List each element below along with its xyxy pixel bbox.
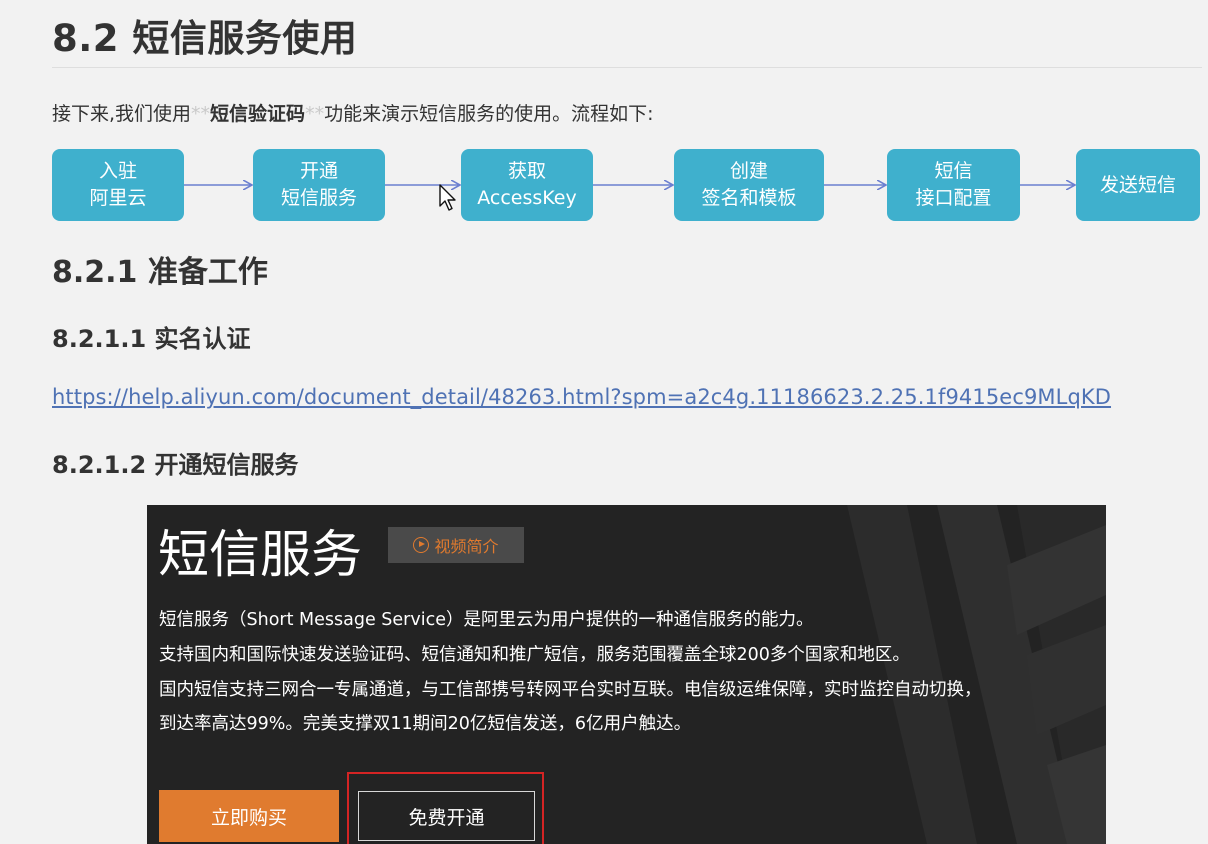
flow-step-enable-sms: 开通 短信服务 (253, 149, 385, 221)
video-intro-label: 视频简介 (434, 537, 499, 556)
flow-step-line1: 开通 (299, 160, 338, 182)
flow-step-line1: 发送短信 (1099, 173, 1176, 196)
flow-step-line1: 创建 (729, 160, 768, 182)
sms-service-title: 短信服务 (158, 526, 363, 585)
description-line-3: 国内短信支持三网合一专属通道，与工信部携号转网平台实时互联。电信级运维保障，实时… (159, 680, 982, 700)
flow-step-get-accesskey: 获取 AccessKey (461, 149, 593, 221)
sms-service-screenshot: 短信服务 视频简介 短信服务（Short Message Service）是阿里… (147, 505, 1106, 844)
flow-step-api-config: 短信 接口配置 (887, 149, 1020, 221)
section-heading-prep: 8.2.1 准备工作 (52, 255, 268, 290)
flow-step-line1: 短信 (934, 160, 973, 182)
description-line-1: 短信服务（Short Message Service）是阿里云为用户提供的一种通… (159, 610, 814, 630)
section-heading-realname: 8.2.1.1 实名认证 (52, 325, 251, 353)
flow-step-line2: 签名和模板 (701, 187, 797, 209)
buy-now-button[interactable]: 立即购买 (159, 790, 339, 842)
flow-step-line2: 接口配置 (915, 187, 992, 209)
section-heading-enable-sms: 8.2.1.2 开通短信服务 (52, 451, 299, 479)
flow-step-create-signature-template: 创建 签名和模板 (674, 149, 824, 221)
flow-step-line2: 短信服务 (280, 187, 357, 209)
document-page: 8.2 短信服务使用 接下来,我们使用**短信验证码**功能来演示短信服务的使用… (0, 0, 1208, 844)
flow-step-line2: AccessKey (477, 187, 577, 209)
free-activate-button[interactable]: 免费开通 (358, 791, 535, 841)
flow-step-join-aliyun: 入驻 阿里云 (52, 149, 184, 221)
flow-step-send-sms: 发送短信 (1076, 149, 1200, 221)
realname-help-link[interactable]: https://help.aliyun.com/document_detail/… (52, 385, 1111, 409)
flow-step-line1: 入驻 (98, 160, 137, 182)
video-intro-button[interactable]: 视频简介 (388, 527, 524, 563)
play-circle-icon (413, 537, 430, 553)
description-line-2: 支持国内和国际快速发送验证码、短信通知和推广短信，服务范围覆盖全球200多个国家… (159, 645, 910, 665)
description-line-4: 到达率高达99%。完美支撑双11期间20亿短信发送，6亿用户触达。 (159, 714, 692, 734)
flow-step-line1: 获取 (507, 160, 546, 182)
mouse-cursor-icon (439, 184, 456, 211)
flow-step-line2: 阿里云 (89, 187, 147, 209)
